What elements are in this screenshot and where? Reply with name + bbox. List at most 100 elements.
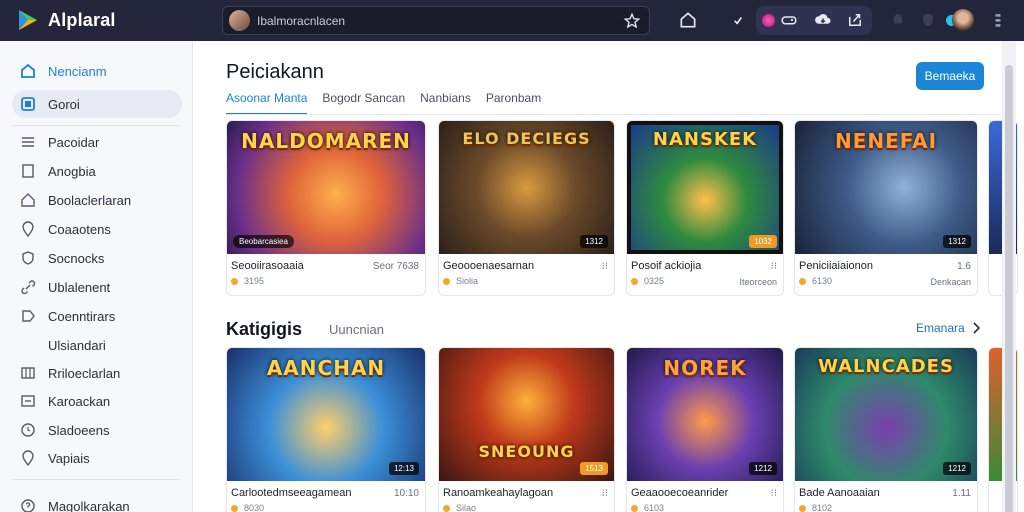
sidebar-item-9[interactable]: Ulsiandari xyxy=(12,331,182,359)
scrollbar-thumb[interactable] xyxy=(1005,65,1013,512)
check-icon[interactable] xyxy=(728,10,748,30)
sidebar-item-2[interactable]: Pacoidar xyxy=(12,128,182,156)
scrollbar[interactable] xyxy=(1002,41,1016,512)
main-content: Peiciakann Bemaeka Asoonar Manta Bogodr … xyxy=(194,41,1024,512)
help-icon xyxy=(21,499,35,512)
thumbnail-title: NOREK xyxy=(663,356,747,380)
share-icon[interactable] xyxy=(846,11,864,29)
more-icon[interactable]: ⁝⁝ xyxy=(602,261,608,272)
coin-icon xyxy=(799,277,806,285)
primary-action-button[interactable]: Bemaeka xyxy=(916,62,984,90)
sidebar-item-10[interactable]: Rriloeclarlan xyxy=(12,359,182,387)
thumbnail-title: AANCHAN xyxy=(266,356,386,380)
tab-0[interactable]: Asoonar Manta xyxy=(226,89,308,115)
game-card[interactable]: WALNCADES 1212 Bade Aanoaaian 1.11 8102 xyxy=(794,347,978,512)
game-card[interactable]: NANSKEK 1032 Posoif ackiojia ⁝⁝ 0325 Ite… xyxy=(626,120,784,296)
game-title: Geoooenaesarnan xyxy=(443,260,535,272)
game-meta: 8102 xyxy=(799,503,832,512)
tab-3[interactable]: Paronbam xyxy=(486,89,541,115)
top-bar: Alplaral Ibalmoracnlacen xyxy=(0,0,1024,41)
game-thumbnail: NANSKEK 1032 xyxy=(627,121,783,254)
thumbnail-badge: 12:13 xyxy=(388,462,419,475)
search-avatar xyxy=(229,10,250,31)
thumbnail-title: SNEOUNG xyxy=(478,442,575,461)
sidebar-item-3[interactable]: Anogbia xyxy=(12,157,182,185)
coin-icon xyxy=(631,504,638,512)
game-meta: 3195 xyxy=(231,276,264,286)
game-card[interactable]: SNEOUNG 1513 Ranoamkeahaylagoan ⁝⁝ Silao xyxy=(438,347,615,512)
sidebar-item-13[interactable]: Vapiais xyxy=(12,444,182,472)
menu-dots-icon[interactable] xyxy=(988,10,1008,30)
gamepad-icon[interactable] xyxy=(780,11,798,29)
search-input[interactable]: Ibalmoracnlacen xyxy=(257,14,345,28)
game-card[interactable]: NENEFAI 1312 Peniciiaiaionon 1.6 6130 De… xyxy=(794,120,978,296)
coin-icon xyxy=(231,277,238,285)
game-title: Peniciiaiaionon xyxy=(799,260,873,272)
thumbnail-chip: Beobarcasiea xyxy=(233,235,294,248)
game-thumbnail: AANCHAN 12:13 xyxy=(227,348,425,481)
see-all-label: Emanara xyxy=(916,321,965,335)
sidebar-item-14[interactable]: Magolkarakan xyxy=(12,492,182,512)
thumbnail-title: NENEFAI xyxy=(834,129,938,153)
coin-icon xyxy=(443,277,450,285)
tab-2[interactable]: Nanbians xyxy=(420,89,471,115)
meta-right: Iteorceon xyxy=(739,277,777,287)
game-thumbnail: WALNCADES 1212 xyxy=(795,348,977,481)
thumbnail-badge: 1312 xyxy=(943,235,971,248)
tab-1[interactable]: Bogodr Sancan xyxy=(322,89,405,115)
star-icon[interactable] xyxy=(623,12,641,30)
sidebar-item-6[interactable]: Socnocks xyxy=(12,244,182,272)
sidebar-item-home[interactable]: Nencianm xyxy=(12,57,182,85)
game-meta: Siolia xyxy=(443,276,478,286)
game-info: Seor 7638 xyxy=(372,261,419,272)
shield-small-icon[interactable] xyxy=(918,10,938,30)
search-bar[interactable]: Ibalmoracnlacen xyxy=(222,6,650,35)
meta-text: 8030 xyxy=(244,503,265,512)
meta-text: Siolia xyxy=(456,276,479,286)
more-icon[interactable]: ⁝⁝ xyxy=(771,488,777,499)
game-card[interactable]: AANCHAN 12:13 Carlootedmseeagamean 10:10… xyxy=(226,347,426,512)
game-thumbnail: NENEFAI 1312 xyxy=(795,121,977,254)
home-outline-icon[interactable] xyxy=(678,10,698,30)
clock-icon xyxy=(21,423,35,437)
more-icon[interactable]: ⁝⁝ xyxy=(602,488,608,499)
game-card[interactable]: ELO DECIEGS 1312 Geoooenaesarnan ⁝⁝ Siol… xyxy=(438,120,615,296)
thumbnail-badge: 1312 xyxy=(580,235,608,248)
game-meta: 6103 xyxy=(631,503,664,512)
sidebar-item-5[interactable]: Coaaotens xyxy=(12,215,182,243)
game-card[interactable]: NOREK 1212 Geaaooecoeanrider ⁝⁝ 6103 xyxy=(626,347,784,512)
sidebar-item-12[interactable]: Sladoeens xyxy=(12,416,182,444)
notification-icon[interactable] xyxy=(888,10,908,30)
game-title: Ranoamkeahaylagoan xyxy=(443,487,554,499)
game-title: Seooiirasoaaia xyxy=(231,260,304,272)
sidebar-item-label: Ulsiandari xyxy=(48,337,106,353)
game-info: 1.6 xyxy=(957,261,971,272)
sidebar-item-label: Karoackan xyxy=(48,393,111,409)
app-title[interactable]: Alplaral xyxy=(48,10,116,31)
sidebar-item-7[interactable]: Ublalenent xyxy=(12,273,182,301)
sidebar-divider xyxy=(12,479,180,480)
sidebar-item-4[interactable]: Boolaclerlaran xyxy=(12,186,182,214)
profile-avatar[interactable] xyxy=(946,7,974,33)
download-cloud-icon[interactable] xyxy=(814,11,832,29)
more-icon[interactable]: ⁝⁝ xyxy=(771,261,777,272)
game-meta: 8030 xyxy=(231,503,264,512)
sidebar-item-label: Pacoidar xyxy=(48,134,100,150)
toolbar-pill xyxy=(756,6,872,35)
thumbnail-title: NALDOMAREN xyxy=(241,129,411,153)
coin-icon xyxy=(631,277,638,285)
see-all-link[interactable]: Emanara xyxy=(916,321,981,335)
game-title: Bade Aanoaaian xyxy=(799,487,880,499)
game-meta: Silao xyxy=(443,503,476,512)
home-icon xyxy=(21,63,35,78)
game-card[interactable]: NALDOMAREN Beobarcasiea Seooiirasoaaia S… xyxy=(226,120,426,296)
sidebar-item-8[interactable]: Coenntirars xyxy=(12,302,182,330)
sidebar-item-label: Magolkarakan xyxy=(48,498,130,512)
app-logo-icon[interactable] xyxy=(16,8,40,32)
tab-bar: Asoonar Manta Bogodr Sancan Nanbians Par… xyxy=(226,89,556,115)
coin-icon xyxy=(231,504,238,512)
sidebar-item-label: Nencianm xyxy=(48,63,107,79)
record-dot-icon[interactable] xyxy=(762,14,775,27)
sidebar-item-library[interactable]: Goroi xyxy=(12,90,182,118)
sidebar-item-11[interactable]: Karoackan xyxy=(12,387,182,415)
